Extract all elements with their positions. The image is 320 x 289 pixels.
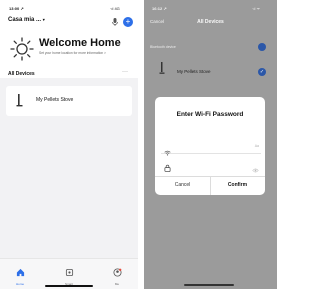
password-field[interactable] [161, 159, 261, 173]
stove-icon [15, 93, 24, 108]
lock-icon [164, 159, 171, 177]
selected-check-icon[interactable]: ✓ [258, 68, 266, 76]
confirm-button[interactable]: Confirm [210, 182, 265, 188]
location-prompt[interactable]: Set your home location for more informat… [39, 51, 106, 55]
tab-home[interactable]: Home [9, 264, 31, 286]
wifi-ssid-field[interactable]: Aa [161, 142, 261, 156]
plus-icon: + [125, 17, 131, 26]
tab-smart[interactable]: Smart [58, 264, 80, 286]
nav-title: All Devices [197, 19, 224, 25]
status-signal: ·ıl ᯤ [252, 6, 261, 11]
chevron-down-icon: ▾ [42, 17, 45, 22]
home-indicator [184, 284, 234, 286]
cancel-button[interactable]: Cancel [155, 182, 210, 188]
ssid-case-icon: Aa [254, 144, 259, 148]
more-icon[interactable]: ··· [122, 69, 128, 75]
home-indicator [45, 285, 93, 287]
all-devices-label: All Devices [8, 71, 35, 77]
status-time: 16:12 ↗ [152, 6, 167, 11]
sun-icon [10, 37, 34, 61]
tab-home-label: Home [15, 282, 24, 286]
bluetooth-status-icon [258, 43, 266, 51]
home-icon [16, 268, 24, 277]
device-card[interactable]: My Pellets Stove [6, 86, 132, 116]
smart-icon [65, 268, 73, 277]
tab-me[interactable]: Me [106, 264, 128, 286]
me-icon [112, 268, 122, 277]
dialog-title: Enter Wi-Fi Password [176, 111, 244, 118]
tab-bar: Home Smart Me [0, 258, 138, 289]
status-signal: ·ıl 4G [110, 6, 120, 11]
microphone-icon[interactable] [110, 17, 119, 26]
wifi-password-screen: 16:12 ↗ ·ıl ᯤ Cancel All Devices Bluetoo… [144, 0, 277, 289]
home-screen: 13:00 ↗ ·ıl 4G Casa mia ... ▾ + Welcome … [0, 0, 138, 289]
home-selector[interactable]: Casa mia ... ▾ [8, 17, 45, 23]
status-time: 13:00 ↗ [9, 6, 24, 11]
add-device-button[interactable]: + [123, 17, 133, 27]
device-name: My Pellets Stove [36, 97, 74, 103]
home-name: Casa mia ... [8, 17, 42, 23]
wifi-password-dialog: Enter Wi-Fi Password Aa Cancel Confirm [155, 97, 265, 195]
device-name: My Pellets Stove [177, 69, 211, 74]
welcome-title: Welcome Home [39, 37, 121, 49]
stove-icon [159, 62, 165, 75]
bluetooth-label: Bluetooth device [150, 45, 176, 49]
tab-me-label: Me [114, 282, 120, 286]
